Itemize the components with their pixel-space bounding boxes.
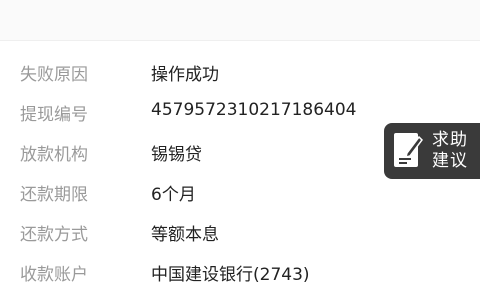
top-bar: [0, 0, 480, 41]
help-feedback-button[interactable]: 求助 建议: [384, 123, 480, 179]
repayment-method-label: 还款方式: [20, 225, 88, 245]
repayment-method-value: 等额本息: [151, 225, 219, 245]
receiving-account-value: 中国建设银行(2743): [151, 265, 310, 285]
help-label-line2: 建议: [432, 151, 468, 171]
withdrawal-id-label: 提现编号: [20, 105, 88, 125]
detail-row-failure-reason: 失败原因 操作成功: [0, 52, 480, 92]
help-label-line1: 求助: [432, 130, 468, 150]
detail-row-receiving-account: 收款账户 中国建设银行(2743): [0, 252, 480, 292]
failure-reason-label: 失败原因: [20, 65, 88, 85]
lender-label: 放款机构: [20, 145, 88, 165]
withdrawal-id-value: 4579572310217186404: [151, 100, 357, 120]
receiving-account-label: 收款账户: [20, 265, 88, 285]
failure-reason-value: 操作成功: [151, 65, 219, 85]
edit-note-icon: [394, 133, 423, 167]
repayment-term-value: 6个月: [151, 185, 196, 205]
lender-value: 锡锡贷: [151, 145, 202, 165]
repayment-term-label: 还款期限: [20, 185, 88, 205]
help-button-label: 求助 建议: [432, 130, 472, 172]
detail-row-repayment-method: 还款方式 等额本息: [0, 212, 480, 252]
